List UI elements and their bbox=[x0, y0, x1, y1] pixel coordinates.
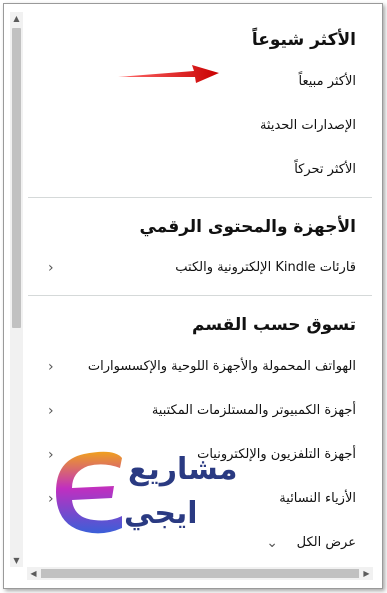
menu-item-movers-shakers[interactable]: الأكثر تحركاً bbox=[44, 157, 356, 183]
chevron-left-icon: ‹ bbox=[48, 359, 54, 375]
chevron-left-icon: ‹ bbox=[48, 491, 54, 507]
menu-item-label: الأزياء النسائية bbox=[279, 491, 356, 506]
section-divider bbox=[28, 197, 372, 198]
section-heading-departments: تسوق حسب القسم bbox=[192, 315, 356, 335]
menu-item-label: الإصدارات الحديثة bbox=[259, 118, 356, 133]
watermark-line2: ايجي bbox=[124, 496, 198, 531]
section-heading-devices: الأجهزة والمحتوى الرقمي bbox=[139, 217, 356, 237]
menu-item-label: الأكثر مبيعاً bbox=[298, 74, 356, 89]
horizontal-scrollbar[interactable]: ◀ ▶ bbox=[27, 567, 373, 580]
horizontal-scroll-thumb[interactable] bbox=[41, 569, 359, 578]
show-all-label: عرض الكل bbox=[296, 535, 356, 550]
section-divider bbox=[28, 295, 372, 296]
menu-item-label: قارئات Kindle الإلكترونية والكتب bbox=[175, 260, 356, 275]
watermark-line1: مشاريع bbox=[128, 452, 238, 487]
menu-item-label: الهواتف المحمولة والأجهزة اللوحية والإكس… bbox=[87, 359, 356, 374]
menu-item-new-releases[interactable]: الإصدارات الحديثة bbox=[44, 113, 356, 139]
scroll-down-icon[interactable]: ▼ bbox=[10, 554, 23, 567]
scroll-up-icon[interactable]: ▲ bbox=[10, 12, 23, 25]
red-arrow-icon bbox=[118, 65, 219, 83]
chevron-left-icon: ‹ bbox=[48, 403, 54, 419]
vertical-scroll-thumb[interactable] bbox=[12, 28, 21, 328]
section-heading-trending: الأكثر شيوعاً bbox=[251, 30, 356, 50]
scroll-left-icon[interactable]: ◀ bbox=[27, 567, 40, 580]
scroll-right-icon[interactable]: ▶ bbox=[360, 567, 373, 580]
menu-item-mobiles[interactable]: الهواتف المحمولة والأجهزة اللوحية والإكس… bbox=[44, 354, 356, 380]
menu-item-label: الأكثر تحركاً bbox=[294, 162, 356, 177]
chevron-left-icon: ‹ bbox=[48, 447, 54, 463]
menu-item-computers[interactable]: أجهزة الكمبيوتر والمستلزمات المكتبية ‹ bbox=[44, 398, 356, 424]
vertical-scrollbar[interactable]: ▲ ▼ bbox=[10, 12, 23, 567]
chevron-down-icon: ⌄ bbox=[266, 535, 278, 551]
chevron-left-icon: ‹ bbox=[48, 260, 54, 276]
menu-item-kindle[interactable]: قارئات Kindle الإلكترونية والكتب ‹ bbox=[44, 255, 356, 281]
menu-item-label: أجهزة الكمبيوتر والمستلزمات المكتبية bbox=[151, 403, 356, 418]
